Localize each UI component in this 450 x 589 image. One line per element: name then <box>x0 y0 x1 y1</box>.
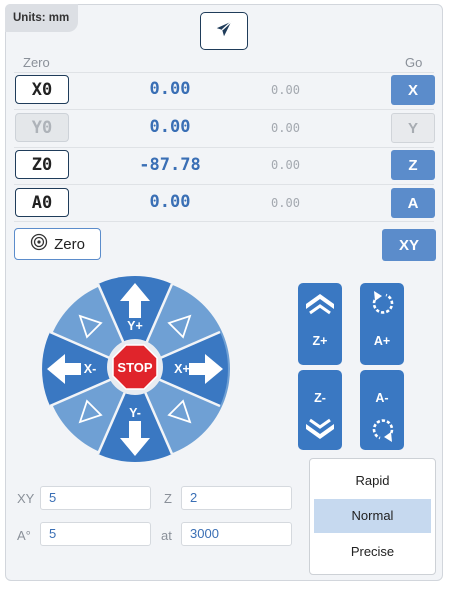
machine-position-a: 0.00 <box>271 196 300 210</box>
chevron-double-down-icon <box>304 417 336 446</box>
zero-x-button[interactable]: X0 <box>15 75 69 104</box>
jog-z-minus-label: Z- <box>314 391 326 405</box>
go-y-button[interactable]: Y <box>391 113 435 143</box>
zero-z-button[interactable]: Z0 <box>15 150 69 179</box>
xy-step-label: XY <box>17 491 35 506</box>
zero-all-button[interactable]: Zero <box>14 228 101 260</box>
go-xy-button[interactable]: XY <box>382 229 436 261</box>
zero-column-header: Zero <box>23 55 50 70</box>
jog-y-minus-label: Y- <box>129 406 141 420</box>
chevron-double-up-icon <box>304 292 336 321</box>
xy-jog-dial: Y+ Y- X+ X- STOP <box>42 276 230 462</box>
work-position-z: -87.78 <box>139 155 201 175</box>
rotate-cw-icon <box>370 416 396 449</box>
z-step-input[interactable]: 2 <box>181 486 292 510</box>
units-badge: Units: mm <box>5 4 78 32</box>
jog-y-plus-label: Y+ <box>127 319 143 333</box>
jog-a-plus-label: A+ <box>373 334 391 348</box>
go-column-header: Go <box>405 55 423 70</box>
xy-step-input[interactable]: 5 <box>40 486 151 510</box>
go-a-button[interactable]: A <box>391 188 435 218</box>
z-step-label: Z <box>164 491 172 506</box>
feed-rate-label: at <box>161 528 172 543</box>
zero-a-button[interactable]: A0 <box>15 188 69 217</box>
target-icon <box>30 233 48 255</box>
work-position-x: 0.00 <box>149 79 191 99</box>
go-z-button[interactable]: Z <box>391 150 435 180</box>
a-step-label: A° <box>17 528 31 543</box>
machine-position-x: 0.00 <box>271 83 300 97</box>
speed-option-rapid[interactable]: Rapid <box>314 464 431 498</box>
divider <box>14 72 434 73</box>
speed-option-normal[interactable]: Normal <box>314 499 431 533</box>
stop-label: STOP <box>117 360 152 375</box>
zero-all-label: Zero <box>54 235 85 253</box>
rotate-ccw-icon <box>370 289 396 322</box>
feed-rate-input[interactable]: 3000 <box>181 522 292 546</box>
machine-position-y: 0.00 <box>271 121 300 135</box>
jog-x-plus-label: X+ <box>174 362 190 376</box>
divider <box>14 147 434 148</box>
speed-selector: Rapid Normal Precise <box>309 458 436 575</box>
machine-position-z: 0.00 <box>271 158 300 172</box>
zero-y-button[interactable]: Y0 <box>15 113 69 142</box>
jog-a-minus-label: A- <box>375 391 389 405</box>
send-to-machine-button[interactable] <box>200 12 248 50</box>
divider <box>14 221 434 222</box>
divider <box>14 109 434 110</box>
paper-plane-icon <box>215 20 233 43</box>
work-position-a: 0.00 <box>149 192 191 212</box>
a-step-input[interactable]: 5 <box>40 522 151 546</box>
work-position-y: 0.00 <box>149 117 191 137</box>
go-x-button[interactable]: X <box>391 75 435 105</box>
divider <box>14 184 434 185</box>
jog-z-plus-label: Z+ <box>312 334 328 348</box>
speed-option-precise[interactable]: Precise <box>314 535 431 569</box>
jog-x-minus-label: X- <box>84 362 97 376</box>
